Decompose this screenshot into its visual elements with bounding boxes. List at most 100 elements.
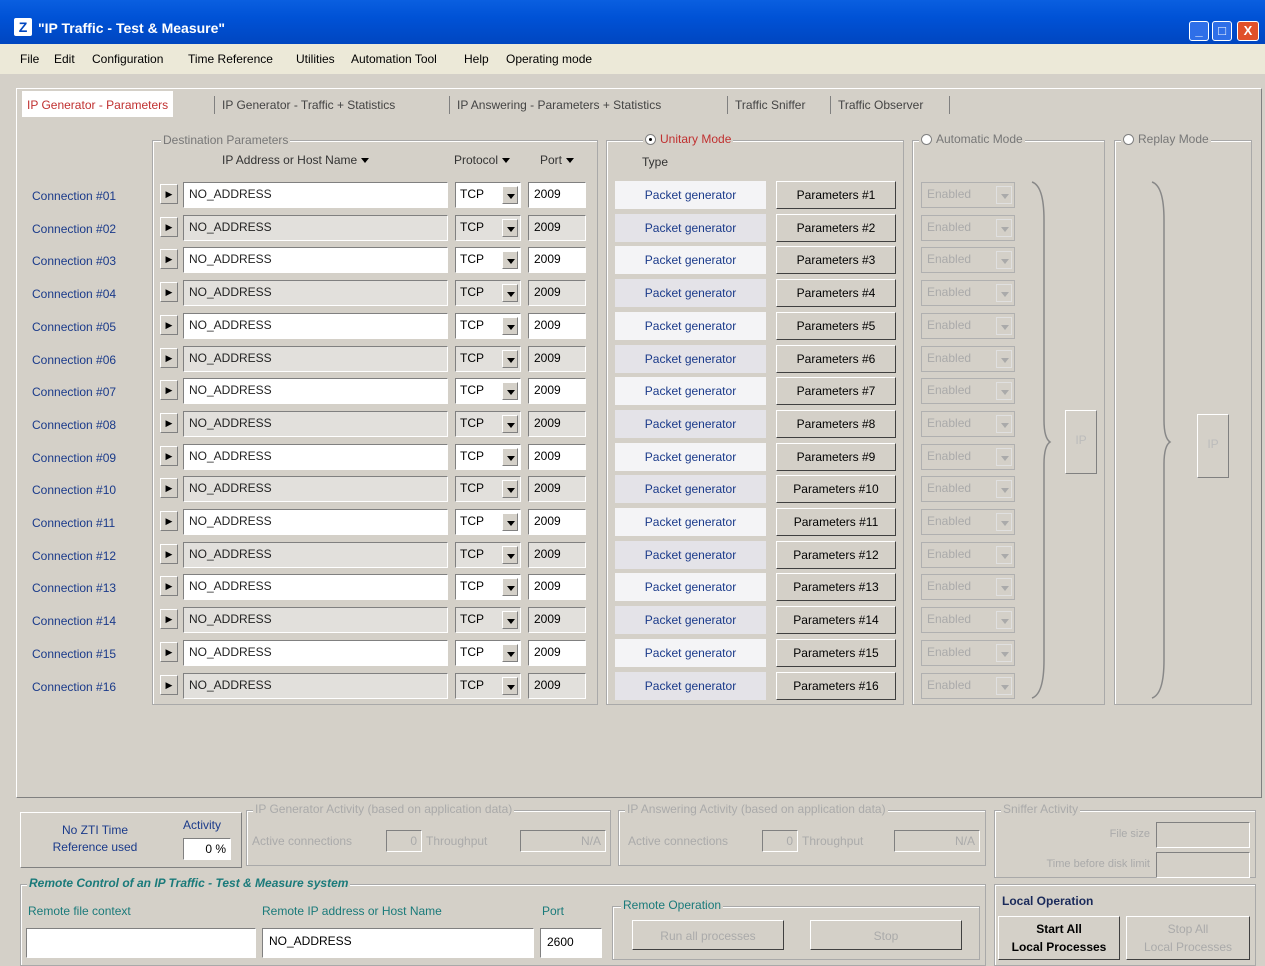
connection-parameters-button[interactable]: Parameters #11	[776, 508, 896, 536]
col-port-header[interactable]: Port	[540, 153, 575, 167]
connection-play-button[interactable]: ▶	[160, 511, 178, 531]
menu-time-reference[interactable]: Time Reference	[188, 52, 273, 66]
connection-play-button[interactable]: ▶	[160, 348, 178, 368]
remote-stop-button[interactable]: Stop	[810, 920, 962, 950]
remote-file-context-input[interactable]	[26, 928, 256, 958]
connection-protocol-select[interactable]: TCP	[455, 542, 521, 568]
connection-address-input[interactable]: NO_ADDRESS	[183, 313, 448, 339]
connection-address-input[interactable]: NO_ADDRESS	[183, 542, 448, 568]
connection-play-button[interactable]: ▶	[160, 446, 178, 466]
connection-address-input[interactable]: NO_ADDRESS	[183, 574, 448, 600]
connection-play-button[interactable]: ▶	[160, 609, 178, 629]
connection-port-input[interactable]: 2009	[528, 509, 586, 535]
connection-parameters-button[interactable]: Parameters #14	[776, 606, 896, 634]
connection-port-input[interactable]: 2009	[528, 346, 586, 372]
connection-protocol-select[interactable]: TCP	[455, 313, 521, 339]
connection-port-input[interactable]: 2009	[528, 476, 586, 502]
connection-protocol-select[interactable]: TCP	[455, 346, 521, 372]
connection-port-input[interactable]: 2009	[528, 574, 586, 600]
connection-parameters-button[interactable]: Parameters #7	[776, 377, 896, 405]
connection-parameters-button[interactable]: Parameters #2	[776, 214, 896, 242]
connection-protocol-select[interactable]: TCP	[455, 247, 521, 273]
col-protocol-header[interactable]: Protocol	[454, 153, 511, 167]
connection-play-button[interactable]: ▶	[160, 478, 178, 498]
start-all-local-button[interactable]: Start All Local Processes	[998, 916, 1120, 960]
connection-play-button[interactable]: ▶	[160, 249, 178, 269]
connection-parameters-button[interactable]: Parameters #16	[776, 672, 896, 700]
connection-play-button[interactable]: ▶	[160, 576, 178, 596]
connection-protocol-select[interactable]: TCP	[455, 640, 521, 666]
connection-protocol-select[interactable]: TCP	[455, 444, 521, 470]
connection-play-button[interactable]: ▶	[160, 282, 178, 302]
connection-parameters-button[interactable]: Parameters #9	[776, 443, 896, 471]
connection-parameters-button[interactable]: Parameters #13	[776, 573, 896, 601]
connection-parameters-button[interactable]: Parameters #12	[776, 541, 896, 569]
connection-play-button[interactable]: ▶	[160, 642, 178, 662]
connection-protocol-select[interactable]: TCP	[455, 607, 521, 633]
unitary-mode-radio[interactable]: Unitary Mode	[643, 132, 734, 146]
connection-play-button[interactable]: ▶	[160, 380, 178, 400]
connection-port-input[interactable]: 2009	[528, 215, 586, 241]
connection-address-input[interactable]: NO_ADDRESS	[183, 607, 448, 633]
connection-protocol-select[interactable]: TCP	[455, 476, 521, 502]
connection-address-input[interactable]: NO_ADDRESS	[183, 378, 448, 404]
connection-port-input[interactable]: 2009	[528, 280, 586, 306]
menu-configuration[interactable]: Configuration	[92, 52, 163, 66]
connection-parameters-button[interactable]: Parameters #10	[776, 475, 896, 503]
connection-parameters-button[interactable]: Parameters #5	[776, 312, 896, 340]
connection-port-input[interactable]: 2009	[528, 182, 586, 208]
connection-play-button[interactable]: ▶	[160, 315, 178, 335]
connection-play-button[interactable]: ▶	[160, 675, 178, 695]
connection-parameters-button[interactable]: Parameters #1	[776, 181, 896, 209]
remote-address-input[interactable]: NO_ADDRESS	[262, 928, 534, 958]
connection-address-input[interactable]: NO_ADDRESS	[183, 673, 448, 699]
connection-parameters-button[interactable]: Parameters #3	[776, 246, 896, 274]
menu-help[interactable]: Help	[464, 52, 489, 66]
connection-protocol-select[interactable]: TCP	[455, 378, 521, 404]
col-address-header[interactable]: IP Address or Host Name	[222, 153, 370, 167]
connection-protocol-select[interactable]: TCP	[455, 215, 521, 241]
connection-port-input[interactable]: 2009	[528, 673, 586, 699]
connection-parameters-button[interactable]: Parameters #4	[776, 279, 896, 307]
automatic-mode-radio[interactable]: Automatic Mode	[919, 132, 1025, 146]
connection-address-input[interactable]: NO_ADDRESS	[183, 640, 448, 666]
connection-port-input[interactable]: 2009	[528, 247, 586, 273]
connection-port-input[interactable]: 2009	[528, 607, 586, 633]
connection-parameters-button[interactable]: Parameters #8	[776, 410, 896, 438]
menu-utilities[interactable]: Utilities	[296, 52, 335, 66]
connection-address-input[interactable]: NO_ADDRESS	[183, 215, 448, 241]
connection-protocol-select[interactable]: TCP	[455, 182, 521, 208]
connection-address-input[interactable]: NO_ADDRESS	[183, 411, 448, 437]
connection-protocol-select[interactable]: TCP	[455, 509, 521, 535]
connection-address-input[interactable]: NO_ADDRESS	[183, 476, 448, 502]
menu-edit[interactable]: Edit	[54, 52, 75, 66]
connection-play-button[interactable]: ▶	[160, 544, 178, 564]
connection-address-input[interactable]: NO_ADDRESS	[183, 444, 448, 470]
connection-play-button[interactable]: ▶	[160, 184, 178, 204]
menu-automation-tool[interactable]: Automation Tool	[351, 52, 437, 66]
minimize-button[interactable]: _	[1189, 21, 1209, 41]
menu-file[interactable]: File	[20, 52, 39, 66]
connection-address-input[interactable]: NO_ADDRESS	[183, 346, 448, 372]
connection-play-button[interactable]: ▶	[160, 413, 178, 433]
connection-port-input[interactable]: 2009	[528, 411, 586, 437]
connection-address-input[interactable]: NO_ADDRESS	[183, 247, 448, 273]
connection-port-input[interactable]: 2009	[528, 542, 586, 568]
connection-protocol-select[interactable]: TCP	[455, 411, 521, 437]
connection-port-input[interactable]: 2009	[528, 313, 586, 339]
connection-parameters-button[interactable]: Parameters #15	[776, 639, 896, 667]
close-button[interactable]: X	[1237, 21, 1259, 41]
connection-address-input[interactable]: NO_ADDRESS	[183, 509, 448, 535]
connection-address-input[interactable]: NO_ADDRESS	[183, 280, 448, 306]
stop-all-local-button[interactable]: Stop All Local Processes	[1126, 916, 1250, 960]
connection-port-input[interactable]: 2009	[528, 444, 586, 470]
replay-mode-radio[interactable]: Replay Mode	[1121, 132, 1211, 146]
connection-protocol-select[interactable]: TCP	[455, 574, 521, 600]
connection-parameters-button[interactable]: Parameters #6	[776, 345, 896, 373]
maximize-button[interactable]: □	[1212, 21, 1232, 41]
connection-port-input[interactable]: 2009	[528, 640, 586, 666]
connection-play-button[interactable]: ▶	[160, 217, 178, 237]
connection-address-input[interactable]: NO_ADDRESS	[183, 182, 448, 208]
connection-protocol-select[interactable]: TCP	[455, 280, 521, 306]
connection-protocol-select[interactable]: TCP	[455, 673, 521, 699]
